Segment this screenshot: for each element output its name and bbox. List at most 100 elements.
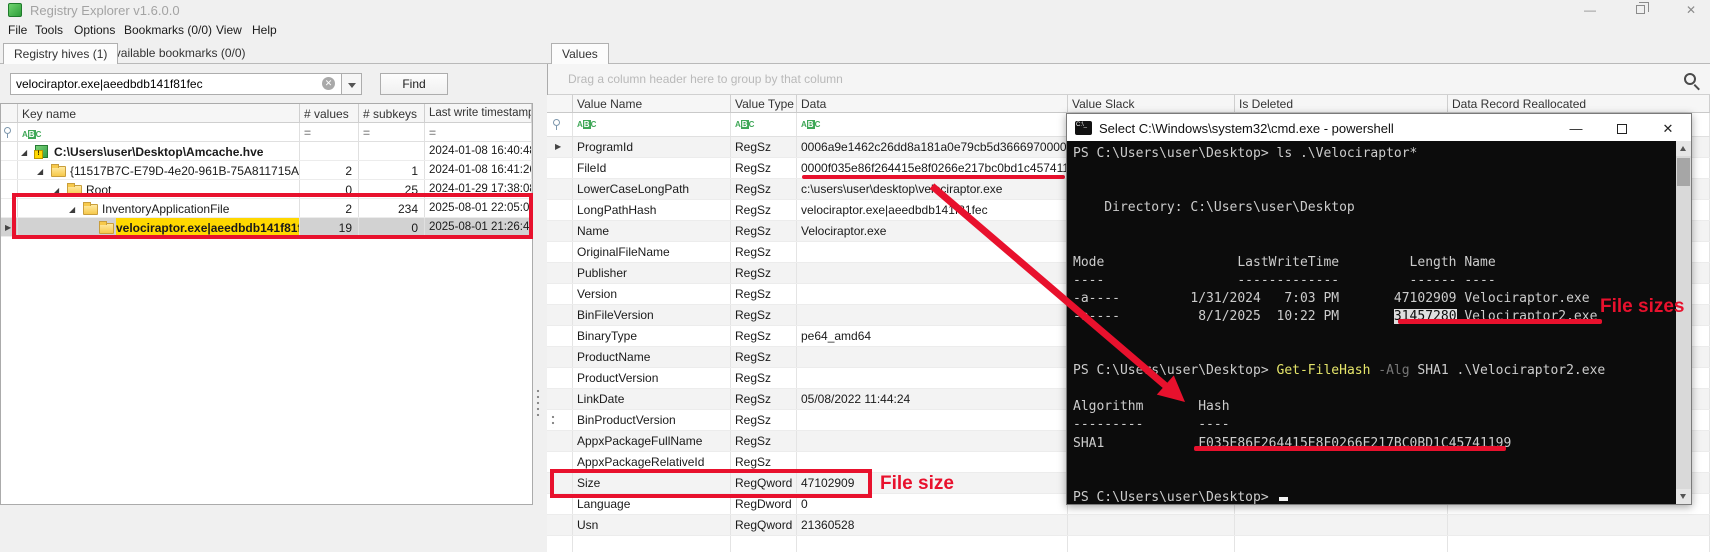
annotation-box-tree-rows [12,193,533,239]
search-input-wrap [10,73,342,95]
app-window: Registry Explorer v1.6.0.0 — ✕ File Tool… [0,0,1710,552]
cmd-maximize-button[interactable] [1607,120,1637,138]
title-bar: Registry Explorer v1.6.0.0 — ✕ [0,0,1710,20]
registry-tree-grid: Key name # values # subkeys Last write t… [0,103,533,505]
tree-filter-last-write[interactable]: = [425,123,532,141]
terminal-line: Algorithm Hash [1073,399,1691,417]
scroll-up-icon[interactable] [1676,141,1691,156]
terminal-line: Directory: C:\Users\user\Desktop [1073,200,1691,218]
terminal-cursor [1279,497,1288,501]
window-title: Registry Explorer v1.6.0.0 [30,3,180,18]
terminal-scrollbar[interactable] [1676,141,1691,504]
values-filter-type[interactable]: ABC [731,113,797,136]
tree-header-row: Key name # values # subkeys Last write t… [1,104,532,123]
tree-row-guid[interactable]: ◢{11517B7C-E79D-4e20-961B-75A811715ADD} … [1,161,532,180]
col-data[interactable]: Data [797,95,1068,112]
restore-icon [1636,5,1645,14]
tree-header-subkeys[interactable]: # subkeys [359,104,425,122]
menu-help[interactable]: Help [252,23,277,37]
find-button[interactable]: Find [380,73,448,95]
values-row-empty [547,536,1710,552]
tree-filter-subkeys[interactable]: = [359,123,425,141]
terminal-line: --------- ---- [1073,417,1691,435]
abc-filter-icon: ABC [735,120,754,129]
expander-icon[interactable]: ◢ [21,148,27,157]
tree-header-indicator [1,104,18,122]
tree-header-key-name[interactable]: Key name [18,104,300,122]
abc-filter-icon: ABC [801,120,820,129]
values-header-row: Value Name Value Type Data Value Slack I… [547,95,1710,113]
scroll-down-icon[interactable] [1676,489,1691,504]
maximize-icon [1617,124,1627,134]
cmd-title-bar[interactable]: C:\_ Select C:\Windows\system32\cmd.exe … [1067,114,1691,142]
restore-button[interactable] [1625,2,1655,18]
col-value-slack[interactable]: Value Slack [1068,95,1235,112]
menu-tools[interactable]: Tools [35,23,63,37]
annotation-file-size-label: File size [880,473,954,495]
app-icon [8,3,22,17]
annotation-underline-length [1398,319,1602,324]
annotation-box-size-row [550,469,872,498]
pin-icon [4,127,11,134]
group-by-band: Drag a column header here to group by th… [548,64,1710,95]
chevron-down-icon [348,83,356,88]
powershell-flag: -Alg [1370,363,1409,378]
cmd-minimize-button[interactable]: — [1561,120,1591,138]
search-icon[interactable] [1684,73,1696,85]
minimize-button[interactable]: — [1575,2,1605,18]
abc-filter-icon: ABC [577,120,596,129]
tab-values[interactable]: Values [551,43,609,64]
annotation-underline-sha1 [1194,446,1506,451]
cmd-close-button[interactable]: ✕ [1653,120,1683,138]
terminal-line: PS C:\Users\user\Desktop> [1073,490,1691,504]
search-dropdown-button[interactable] [342,73,362,95]
terminal-line: ---- ------------- ------ ---- [1073,273,1691,291]
hive-icon [35,145,48,158]
tree-header-values[interactable]: # values [300,104,359,122]
values-filter-pin[interactable] [547,113,573,136]
col-value-name[interactable]: Value Name [573,95,731,112]
values-filter-data[interactable]: ABC [797,113,1068,136]
menu-file[interactable]: File [8,23,27,37]
tree-filter-key[interactable]: ABC [18,123,300,141]
col-data-record-reallocated[interactable]: Data Record Reallocated [1448,95,1710,112]
tab-registry-hives[interactable]: Registry hives (1) [3,43,118,64]
close-button[interactable]: ✕ [1676,2,1706,18]
scrollbar-thumb[interactable] [1677,158,1690,186]
cmd-window-title: Select C:\Windows\system32\cmd.exe - pow… [1099,121,1394,136]
tab-available-bookmarks[interactable]: Available bookmarks (0/0) [97,43,256,64]
panel-splitter-handle[interactable] [536,388,540,416]
menu-view[interactable]: View [216,23,242,37]
annotation-file-sizes-label: File sizes [1600,296,1685,318]
pin-icon [553,119,560,126]
tree-key-label: C:\Users\user\Desktop\Amcache.hve [54,145,263,159]
menu-bookmarks[interactable]: Bookmarks (0/0) [124,23,212,37]
col-value-type[interactable]: Value Type [731,95,797,112]
row-indicator-icon: ▶ [5,223,11,232]
cmd-icon: C:\_ [1075,121,1092,135]
tree-key-label: {11517B7C-E79D-4e20-961B-75A811715ADD} [70,164,300,178]
tree-filter-pin[interactable] [1,123,18,141]
terminal-line: -a---- 1/31/2024 7:03 PM 47102909 Veloci… [1073,291,1691,309]
col-is-deleted[interactable]: Is Deleted [1235,95,1448,112]
terminal-line: Mode LastWriteTime Length Name [1073,255,1691,273]
row-indicator-icon: ▶ [555,142,561,151]
values-row[interactable]: UsnRegQword21360528 [547,515,1710,536]
terminal-line: PS C:\Users\user\Desktop> Get-FileHash -… [1073,363,1691,381]
expander-icon[interactable]: ◢ [37,167,43,176]
terminal-line: -a---- 8/1/2025 10:22 PM 31457280 Veloci… [1073,309,1691,327]
menu-bar: File Tools Options Bookmarks (0/0) View … [0,20,1710,42]
group-by-hint: Drag a column header here to group by th… [568,72,843,86]
tree-row-hive[interactable]: ◢C:\Users\user\Desktop\Amcache.hve 2024-… [1,142,532,161]
search-input[interactable] [16,77,296,91]
menu-options[interactable]: Options [74,23,115,37]
tree-filter-values[interactable]: = [300,123,359,141]
values-filter-name[interactable]: ABC [573,113,731,136]
annotation-underline-fileid [802,175,1065,179]
terminal-line: PS C:\Users\user\Desktop> ls .\Velocirap… [1073,146,1691,164]
clear-search-icon[interactable]: ✕ [322,77,335,90]
abc-filter-icon: ABC [22,130,41,139]
tree-header-last-write[interactable]: Last write timestamp [425,104,532,122]
drag-dots-icon [551,414,555,428]
folder-icon [51,166,66,177]
